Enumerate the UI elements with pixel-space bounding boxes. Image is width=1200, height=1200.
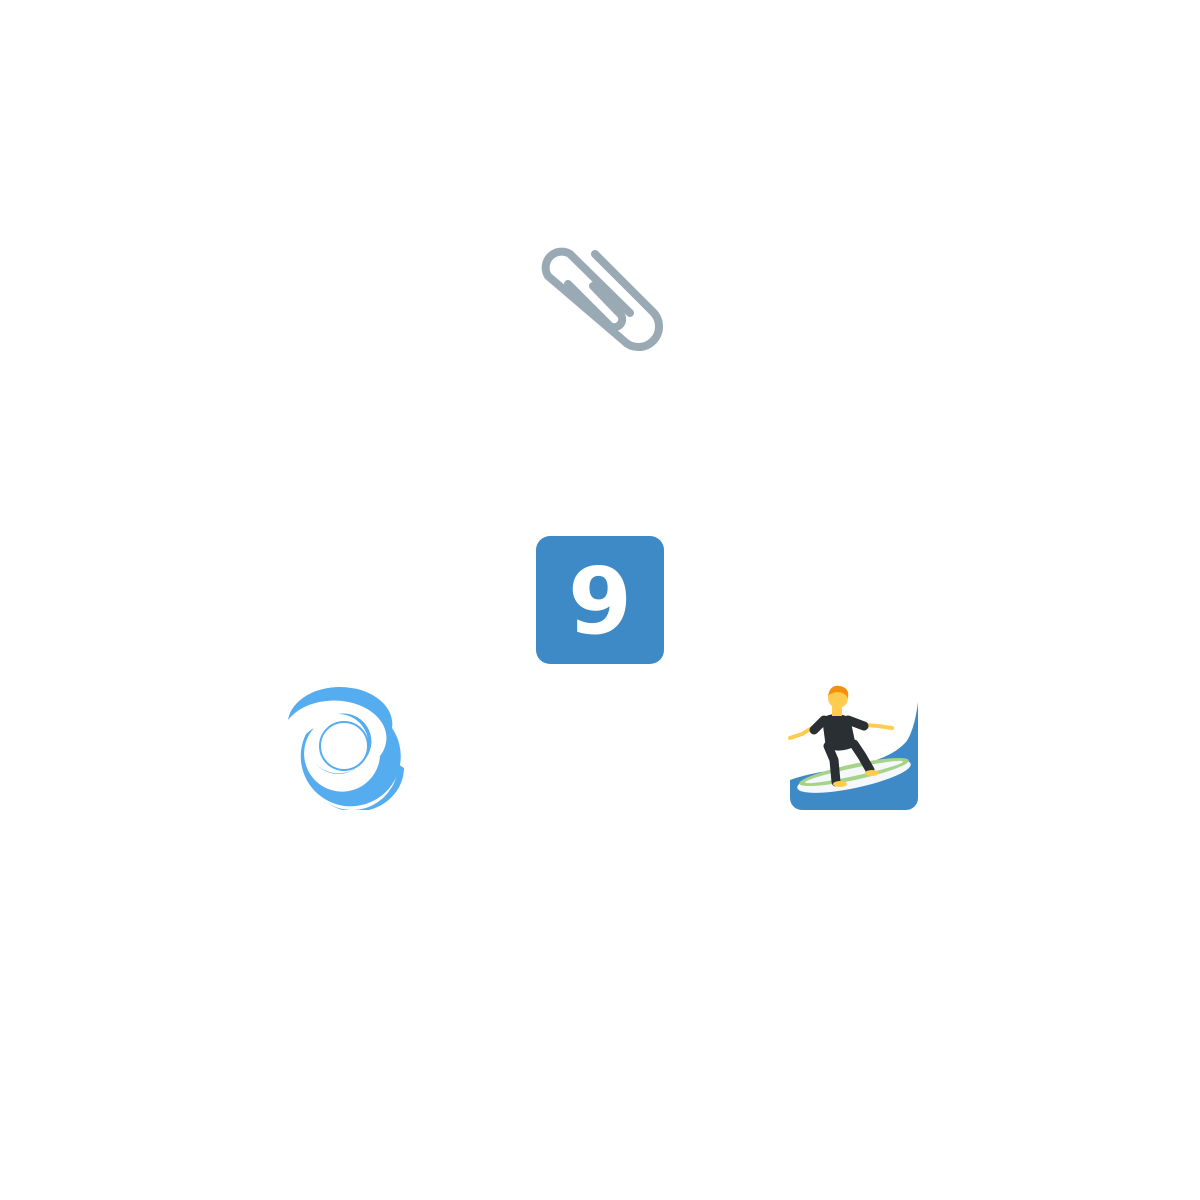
emoji-canvas: { "keycap": { "digit": "9", "color": "#3… <box>0 0 1200 1200</box>
keycap-9-icon: 9 <box>536 536 664 664</box>
paperclip-icon <box>541 247 663 351</box>
keycap-digit: 9 <box>568 548 632 655</box>
cyclone-icon <box>288 686 404 810</box>
person-surfing-icon <box>788 685 918 810</box>
